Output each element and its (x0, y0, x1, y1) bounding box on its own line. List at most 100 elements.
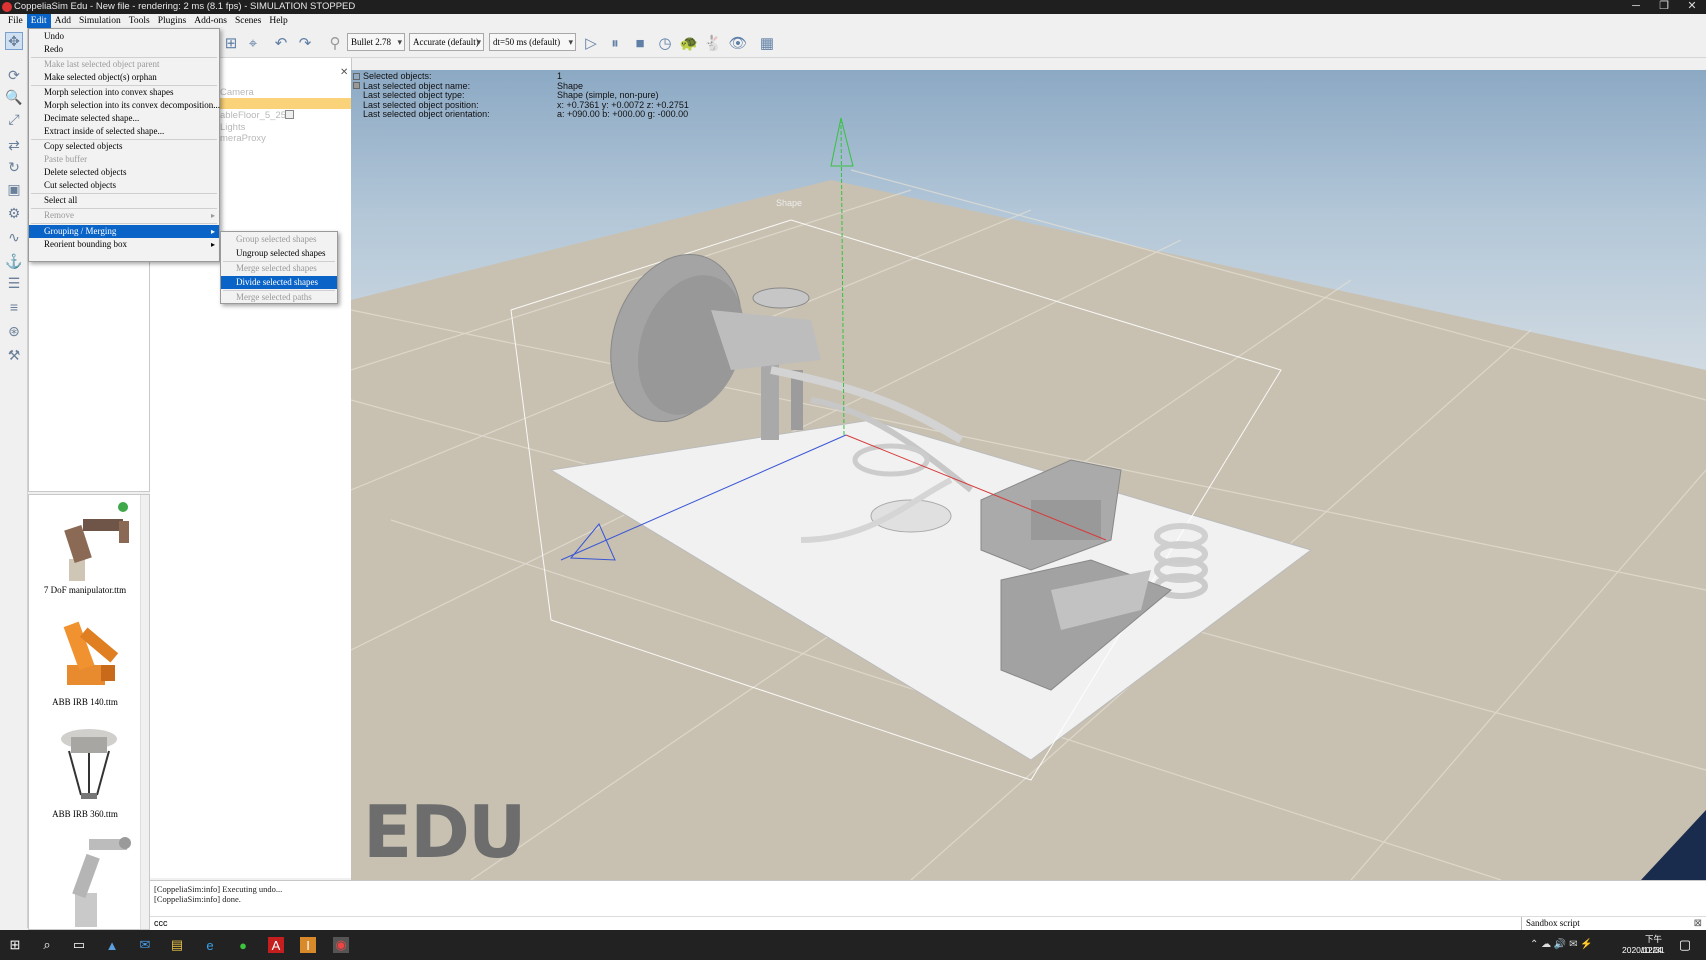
menu-item-reorient-bounding-box[interactable]: Reorient bounding box ▸ (29, 238, 219, 251)
menu-scenes[interactable]: Scenes (231, 14, 265, 28)
menu-item-paste[interactable]: Paste buffer (29, 153, 219, 166)
layers-icon[interactable]: ≡ (5, 298, 23, 316)
timestep-select[interactable]: dt=50 ms (default) (489, 33, 576, 51)
path-icon[interactable]: ∿ (5, 228, 23, 246)
menu-item-undo[interactable]: Undo (29, 30, 219, 43)
menu-help[interactable]: Help (265, 14, 291, 28)
mail-icon[interactable]: ✉ (137, 937, 153, 953)
tray-icons[interactable]: ⌃ ☁ 🔊 ✉ ⚡ (1530, 939, 1593, 950)
pause-icon[interactable]: ⏸ (606, 34, 624, 52)
panel-close-icon[interactable]: ✕ (340, 67, 348, 78)
camera-rotate-icon[interactable]: ⟳ (5, 66, 23, 84)
info-collapse-icon[interactable] (353, 82, 360, 89)
hierarchy-item-floor[interactable]: ableFloor_5_25 (220, 110, 286, 121)
scene-viewport[interactable]: Shape Selected objects: 1 Last selected … (351, 70, 1706, 880)
menu-item-make-parent[interactable]: Make last selected object parent (29, 58, 219, 71)
menu-item-group-shapes[interactable]: Group selected shapes (221, 233, 337, 246)
object-rotate-icon[interactable]: ↻ (5, 158, 23, 176)
menu-item-grouping-merging[interactable]: Grouping / Merging ▸ (29, 225, 219, 238)
redo-icon[interactable]: ↷ (296, 34, 314, 52)
start-icon[interactable]: ⊞ (7, 937, 23, 953)
menu-file[interactable]: File (4, 14, 27, 28)
menu-item-extract-inside[interactable]: Extract inside of selected shape... (29, 125, 219, 138)
app-icon[interactable]: ▲ (104, 937, 120, 953)
coppeliasim-taskbar-icon[interactable]: ◉ (333, 937, 349, 953)
model-thumb-7dof[interactable] (39, 499, 139, 585)
menu-item-morph-convex[interactable]: Morph selection into convex shapes (29, 86, 219, 99)
task-view-icon[interactable]: ▭ (71, 937, 87, 953)
page-selector-icon[interactable]: ▣ (5, 180, 23, 198)
accuracy-select[interactable]: Accurate (default) (409, 33, 484, 51)
menu-item-decimate[interactable]: Decimate selected shape... (29, 112, 219, 125)
object-shift-icon[interactable]: ⇄ (5, 136, 23, 154)
menu-item-ungroup-shapes[interactable]: Ungroup selected shapes (221, 247, 337, 260)
menu-item-delete[interactable]: Delete selected objects (29, 166, 219, 179)
model-label-irb360[interactable]: ABB IRB 360.ttm (29, 809, 141, 819)
scene-hierarchy-icon[interactable]: ☰ (5, 274, 23, 292)
menu-addons[interactable]: Add-ons (190, 14, 231, 28)
model-browser-icon[interactable]: ⚓ (5, 252, 23, 270)
realtime-icon[interactable]: ◷ (656, 34, 674, 52)
info-toggle-icon[interactable] (353, 73, 360, 80)
script-selector[interactable]: Sandbox script (1521, 917, 1686, 931)
main-toolbar: ⊞ ⌖ ↶ ↷ ⚲ Bullet 2.78 Accurate (default)… (0, 28, 1706, 58)
undo-icon[interactable]: ↶ (272, 34, 290, 52)
search-icon[interactable]: ⌕ (39, 937, 55, 953)
script-icon[interactable] (285, 110, 294, 119)
menu-item-redo[interactable]: Redo (29, 43, 219, 56)
shift-icon[interactable]: ⌖ (244, 34, 262, 52)
hierarchy-item-lights[interactable]: Lights (220, 122, 245, 133)
command-input[interactable]: ccc (154, 918, 168, 928)
menu-item-select-all[interactable]: Select all (29, 194, 219, 207)
menu-item-cut[interactable]: Cut selected objects (29, 179, 219, 192)
menu-item-divide-shapes[interactable]: Divide selected shapes (221, 276, 337, 289)
hierarchy-item-cameraproxy[interactable]: meraProxy (220, 133, 266, 144)
dynamics-icon[interactable]: ⚲ (326, 34, 344, 52)
app-icon (2, 2, 12, 12)
menu-item-morph-decomposition[interactable]: Morph selection into its convex decompos… (29, 99, 220, 112)
console-line: [CoppeliaSim:info] done. (154, 894, 241, 904)
menu-tools[interactable]: Tools (125, 14, 154, 28)
menu-item-merge-paths[interactable]: Merge selected paths (221, 291, 337, 304)
faster-icon[interactable]: 🐇 (704, 34, 723, 52)
notification-icon[interactable]: ▢ (1677, 937, 1693, 953)
clear-icon[interactable]: ⊠ (1694, 917, 1702, 930)
collection-icon[interactable]: ⊛ (5, 322, 23, 340)
model-label-7dof[interactable]: 7 DoF manipulator.ttm (29, 585, 141, 595)
acrobat-icon[interactable]: A (268, 937, 284, 953)
menu-simulation[interactable]: Simulation (75, 14, 125, 28)
menu-item-merge-shapes[interactable]: Merge selected shapes (221, 262, 337, 275)
menu-add[interactable]: Add (51, 14, 75, 28)
window-title: CoppeliaSim Edu - New file - rendering: … (14, 1, 356, 12)
model-thumb-irb140[interactable] (39, 609, 139, 691)
menu-item-remove[interactable]: Remove ▸ (29, 209, 219, 222)
hierarchy-item-camera[interactable]: Camera (220, 87, 254, 98)
menu-item-make-orphan[interactable]: Make selected object(s) orphan (29, 71, 219, 84)
model-list-scrollbar[interactable] (140, 495, 149, 929)
model-thumb-irb360[interactable] (39, 721, 139, 803)
minimize-button[interactable]: ─ (1622, 0, 1650, 14)
visualization-icon[interactable]: 👁 (728, 34, 747, 52)
text-editor-icon[interactable]: I (300, 937, 316, 953)
edge-icon[interactable]: e (202, 937, 218, 953)
rotate-icon[interactable]: ⊞ (222, 34, 240, 52)
slower-icon[interactable]: 🐢 (680, 34, 699, 52)
close-button[interactable]: ✕ (1678, 0, 1706, 14)
line-icon[interactable]: ● (235, 937, 251, 953)
fit-to-view-icon[interactable]: ⤢ (5, 110, 23, 128)
menu-edit[interactable]: Edit (26, 14, 51, 28)
physics-engine-select[interactable]: Bullet 2.78 (347, 33, 405, 51)
folder-icon[interactable]: ▤ (169, 937, 185, 953)
model-label-irb140[interactable]: ABB IRB 140.ttm (29, 697, 141, 707)
stop-icon[interactable]: ■ (631, 34, 649, 52)
play-icon[interactable]: ▷ (582, 34, 600, 52)
assembling-icon[interactable]: ⚙ (5, 204, 23, 222)
menu-item-copy[interactable]: Copy selected objects (29, 140, 219, 153)
scene-settings-icon[interactable]: ▦ (758, 34, 776, 52)
menu-plugins[interactable]: Plugins (154, 14, 191, 28)
model-thumb-robot[interactable] (39, 833, 139, 929)
camera-zoom-icon[interactable]: 🔍 (5, 88, 23, 106)
restore-button[interactable]: ❐ (1650, 0, 1678, 14)
user-settings-icon[interactable]: ⚒ (5, 346, 23, 364)
camera-pan-icon[interactable]: ✥ (5, 32, 23, 50)
